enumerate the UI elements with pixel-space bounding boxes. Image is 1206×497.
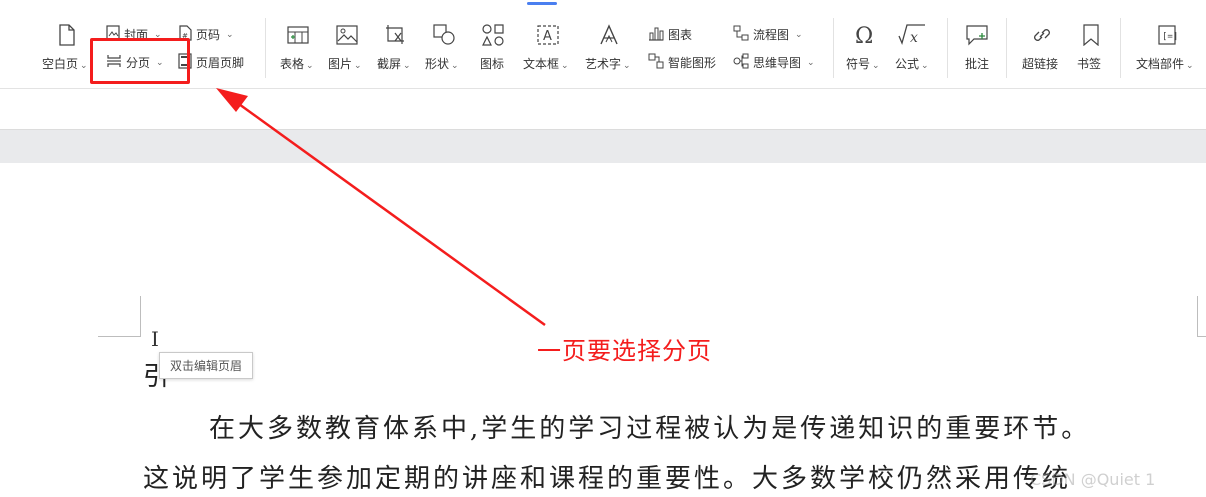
document-page[interactable]: [0, 163, 1206, 497]
bookmark-button[interactable]: 书签: [1077, 55, 1101, 72]
picture-icon[interactable]: [336, 24, 358, 46]
svg-text:A: A: [543, 29, 552, 44]
svg-text:[=]: [=]: [1162, 32, 1177, 42]
textbox-button[interactable]: 文本框 ⌄: [523, 55, 569, 72]
page-break-highlight-box: [90, 38, 190, 84]
flowchart-icon: [733, 25, 749, 44]
separator: [833, 18, 834, 78]
watermark: CSDN @Quiet 1: [1030, 470, 1156, 489]
icon-library-icon[interactable]: [481, 23, 505, 47]
doc-parts-button[interactable]: 文档部件 ⌄: [1136, 55, 1194, 72]
picture-button[interactable]: 图片 ⌄: [328, 55, 362, 72]
chart-icon: [648, 25, 664, 44]
hyperlink-icon[interactable]: [1031, 24, 1053, 46]
icons-button[interactable]: 图标: [480, 55, 504, 72]
annotation-label: 一页要选择分页: [537, 337, 712, 365]
table-icon[interactable]: [287, 25, 309, 45]
svg-text:Ω: Ω: [855, 24, 873, 47]
wordart-button[interactable]: 艺术字 ⌄: [585, 55, 631, 72]
chart-button[interactable]: 图表: [648, 25, 692, 44]
separator: [947, 18, 948, 78]
mindmap-button[interactable]: 思维导图 ⌄: [733, 53, 815, 72]
smart-shape-button[interactable]: 智能图形: [648, 53, 716, 72]
formula-icon[interactable]: x: [897, 23, 927, 47]
symbol-icon[interactable]: Ω: [853, 23, 877, 47]
crop-mark: [1197, 336, 1206, 337]
header-edit-tooltip: 双击编辑页眉: [159, 352, 254, 379]
active-tab-indicator: [527, 2, 557, 5]
wordart-icon[interactable]: [598, 24, 620, 46]
paragraph-line-1: 在大多数教育体系中,学生的学习过程被认为是传递知识的重要环节。: [209, 414, 1091, 444]
crop-mark: [1197, 296, 1198, 336]
paragraph-line-2: 这说明了学生参加定期的讲座和课程的重要性。大多数学校仍然采用传统: [143, 464, 1072, 494]
shape-icon[interactable]: [433, 24, 457, 46]
blank-page-icon[interactable]: [57, 24, 77, 46]
doc-parts-icon[interactable]: [=]: [1157, 24, 1177, 46]
separator: [265, 18, 266, 78]
textbox-icon[interactable]: A: [536, 24, 560, 46]
smart-shape-icon: [648, 53, 664, 72]
separator: [1120, 18, 1121, 78]
screenshot-button[interactable]: 截屏 ⌄: [377, 55, 411, 72]
hyperlink-button[interactable]: 超链接: [1022, 55, 1058, 72]
symbol-button[interactable]: 符号 ⌄: [846, 55, 880, 72]
shape-button[interactable]: 形状 ⌄: [425, 55, 459, 72]
mindmap-icon: [733, 53, 749, 72]
formula-button[interactable]: 公式 ⌄: [895, 55, 929, 72]
document-background-band: [0, 129, 1206, 164]
separator: [1006, 18, 1007, 78]
svg-text:x: x: [910, 30, 918, 46]
table-button[interactable]: 表格 ⌄: [280, 55, 314, 72]
bookmark-icon[interactable]: [1082, 24, 1100, 46]
crop-mark: [98, 336, 141, 337]
comment-icon[interactable]: [965, 24, 989, 46]
text-cursor-icon: I: [151, 327, 159, 351]
ribbon-gap: [0, 89, 1206, 129]
screenshot-icon[interactable]: [385, 24, 409, 46]
blank-page-button[interactable]: 空白页 ⌄: [42, 55, 88, 72]
crop-mark: [140, 296, 141, 336]
flowchart-button[interactable]: 流程图 ⌄: [733, 25, 803, 44]
comment-button[interactable]: 批注: [965, 55, 989, 72]
